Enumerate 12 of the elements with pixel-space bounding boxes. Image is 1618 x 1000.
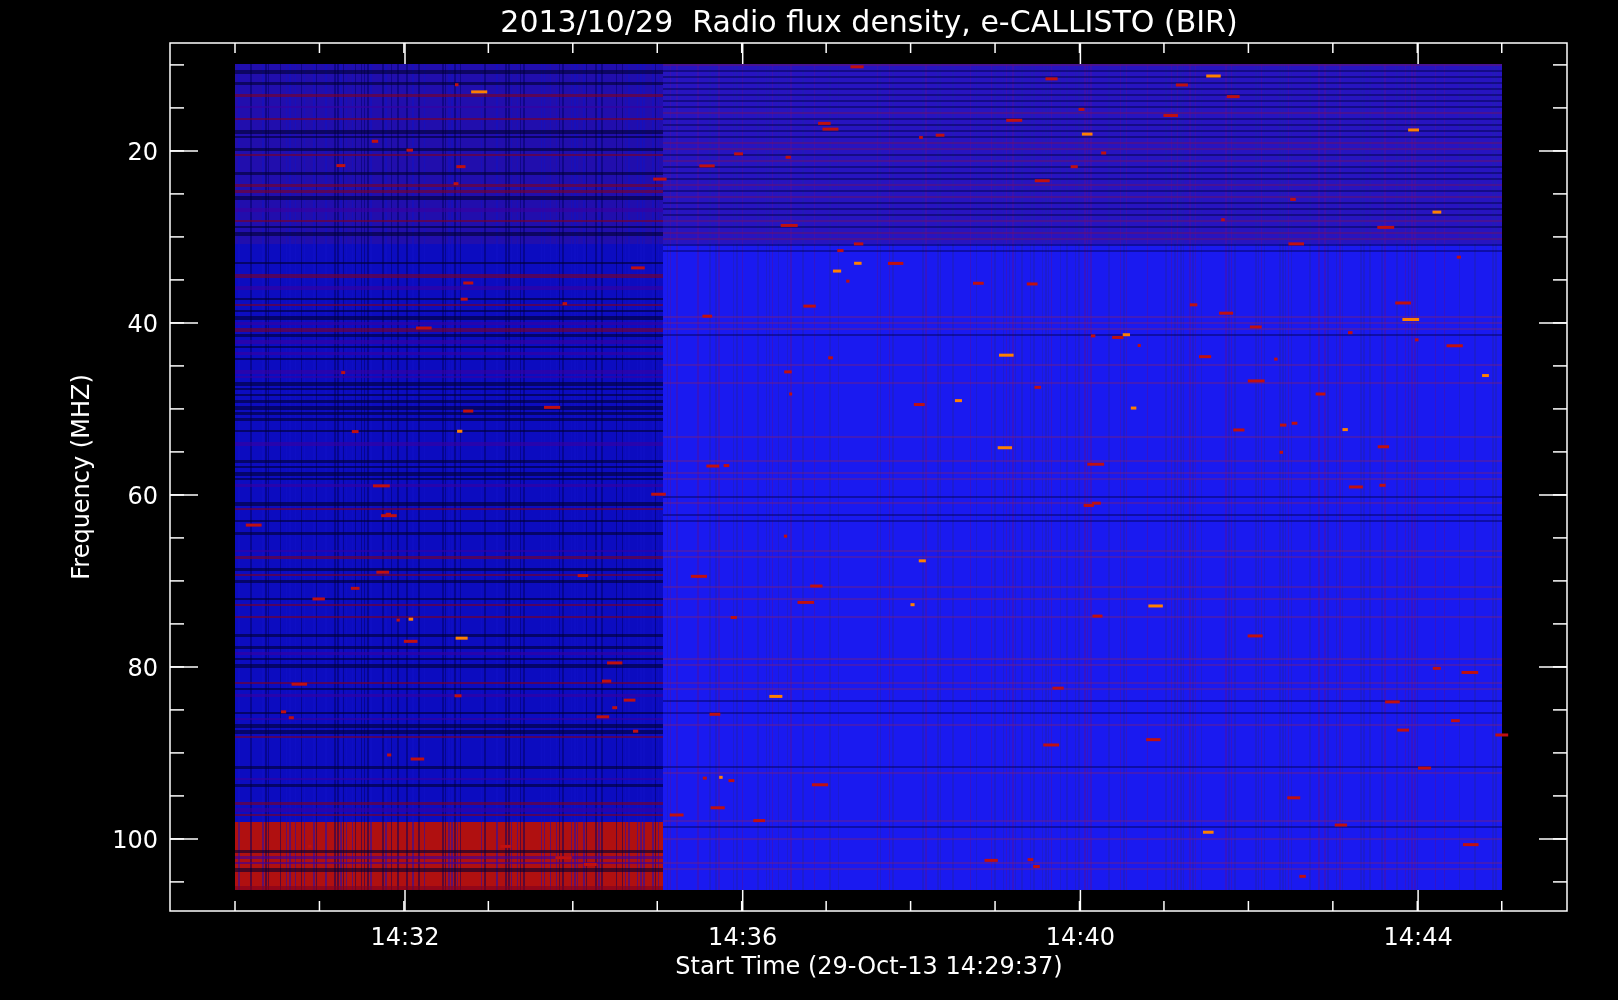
y-tick-label: 100 [112, 826, 158, 854]
x-tick-label: 14:44 [1383, 923, 1453, 951]
y-tick-label: 80 [127, 654, 158, 682]
y-axis-label: Frequency (MHZ) [67, 374, 95, 580]
x-tick-label: 14:40 [1045, 923, 1115, 951]
x-axis-label: Start Time (29-Oct-13 14:29:37) [675, 952, 1063, 980]
chart-title: 2013/10/29 Radio flux density, e-CALLISTO (BIR) [500, 4, 1238, 39]
x-tick-label: 14:36 [708, 923, 778, 951]
x-tick-label: 14:32 [370, 923, 440, 951]
y-tick-label: 60 [127, 482, 158, 510]
y-tick-label: 20 [127, 138, 158, 166]
y-tick-label: 40 [127, 310, 158, 338]
